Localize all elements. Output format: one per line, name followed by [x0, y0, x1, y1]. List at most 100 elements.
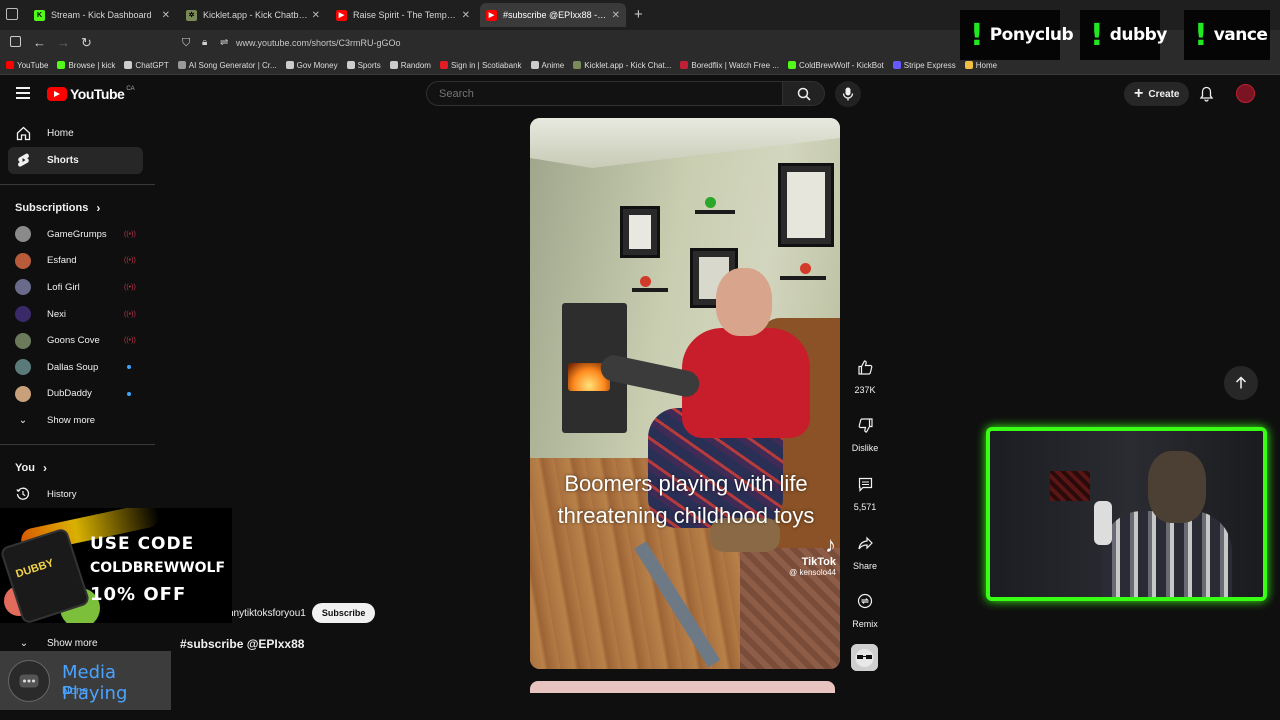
channel-avatar-icon — [15, 306, 31, 323]
subscription-name: GameGrumps — [47, 228, 107, 240]
new-tab-icon[interactable]: + — [634, 6, 643, 23]
forward-icon[interactable]: → — [57, 35, 70, 50]
tab-title: Stream - Kick Dashboard — [51, 10, 152, 20]
close-tab-icon[interactable]: ✕ — [312, 10, 320, 21]
bookmark-label: Anime — [541, 60, 565, 70]
bookmark-icon — [6, 61, 14, 69]
show-more-bottom-button[interactable]: ⌄ Show more — [16, 638, 98, 649]
remix-button[interactable]: Remix — [847, 586, 883, 629]
browser-tab[interactable]: ✲ Kicklet.app - Kick Chatbot and C ✕ — [180, 3, 326, 27]
show-more-button[interactable]: ⌄ Show more — [0, 407, 155, 434]
you-heading[interactable]: You › — [0, 455, 155, 481]
browser-tab-active[interactable]: ▶ #subscribe @EPIxx88 - YouTube ✕ — [480, 3, 626, 27]
chevron-right-icon: › — [96, 201, 101, 215]
like-button[interactable]: 237K — [847, 352, 883, 395]
close-tab-icon[interactable]: ✕ — [612, 10, 620, 21]
bookmark-label: Home — [975, 60, 998, 70]
chevron-down-icon: ⌄ — [18, 414, 28, 426]
browser-tab[interactable]: ▶ Raise Spirit - The Temple - YouTube ✕ — [330, 3, 476, 27]
sidebar-item-history[interactable]: History — [0, 481, 155, 508]
webcam-overlay — [986, 427, 1267, 601]
bookmark-icon — [177, 61, 186, 69]
show-more-label: Show more — [47, 414, 96, 426]
subscribe-button[interactable]: Subscribe — [311, 603, 376, 623]
chat-alert-badge: ! dubby — [1080, 10, 1167, 60]
shield-icon[interactable]: ⛉ — [182, 37, 190, 50]
thumbs-down-icon — [850, 410, 880, 440]
site-settings-icon[interactable]: ⇌ — [220, 37, 228, 48]
search-box — [426, 81, 783, 106]
bookmark-item[interactable]: Sports — [346, 60, 381, 70]
bookmark-item[interactable]: Kicklet.app - Kick Chat... — [573, 61, 671, 70]
bookmark-label: Sign in | Scotiabank — [450, 60, 522, 70]
video-scene — [716, 268, 772, 336]
youtube-logo[interactable]: YouTube CA — [47, 86, 135, 102]
reload-icon[interactable]: ↻ — [81, 35, 92, 51]
notifications-button[interactable] — [1199, 86, 1214, 107]
subscription-item[interactable]: DubDaddy — [0, 381, 155, 408]
subscription-item[interactable]: Goons Cove ((•)) — [0, 327, 155, 354]
sidebar-item-home[interactable]: Home — [0, 120, 155, 147]
share-button[interactable]: Share — [847, 528, 883, 571]
search-input[interactable] — [427, 82, 782, 105]
window-menu-icon[interactable] — [6, 8, 18, 20]
lock-icon[interactable]: 🔒︎ — [202, 37, 207, 48]
bookmark-item[interactable]: ColdBrewWolf - KickBot — [787, 60, 884, 70]
close-tab-icon[interactable]: ✕ — [462, 10, 470, 21]
subscription-item[interactable]: Nexi ((•)) — [0, 301, 155, 328]
bookmark-item[interactable]: YouTube — [6, 61, 48, 70]
comments-button[interactable]: 5,571 — [847, 469, 883, 512]
next-short-preview[interactable] — [530, 681, 835, 693]
youtube-icon: ▶ — [486, 9, 497, 21]
subscriptions-heading[interactable]: Subscriptions › — [0, 195, 155, 221]
bookmark-item[interactable]: Gov Money — [285, 61, 338, 70]
subscription-item[interactable]: GameGrumps ((•)) — [0, 221, 155, 248]
short-video-player[interactable]: Boomers playing with life threatening ch… — [530, 118, 840, 669]
channel-avatar[interactable] — [851, 644, 878, 671]
bookmark-item[interactable]: Random — [389, 61, 431, 70]
bookmark-item[interactable]: ChatGPT — [124, 61, 169, 70]
bookmark-label: Stripe Express — [903, 60, 956, 70]
sidebar-toggle-icon[interactable] — [10, 36, 21, 47]
bookmark-item[interactable]: AI Song Generator | Cr... — [177, 61, 277, 70]
sponsor-promo-overlay: DUBBY USE CODE COLDBREWWOLF 10% OFF — [0, 508, 232, 623]
bookmark-label: ColdBrewWolf - KickBot — [798, 60, 884, 70]
close-tab-icon[interactable]: ✕ — [162, 10, 170, 21]
tab-title: #subscribe @EPIxx88 - YouTube — [503, 10, 608, 20]
bookmark-item[interactable]: Sign in | Scotiabank — [439, 60, 522, 70]
dislike-button[interactable]: Dislike — [847, 410, 883, 453]
bookmark-item[interactable]: Stripe Express — [892, 60, 956, 70]
tiktok-icon: ♪ — [825, 532, 836, 557]
sunglasses-avatar-icon — [851, 644, 878, 671]
menu-icon[interactable] — [16, 87, 30, 102]
channel-name[interactable]: nnytiktoksforyou1 — [228, 608, 306, 619]
previous-short-button[interactable] — [1224, 366, 1258, 400]
create-button[interactable]: + Create — [1124, 82, 1190, 106]
bookmark-item[interactable]: Boredflix | Watch Free ... — [680, 61, 779, 70]
address-bar[interactable]: www.youtube.com/shorts/C3rmRU-gGOo — [236, 38, 401, 48]
subscription-item[interactable]: Esfand ((•)) — [0, 248, 155, 275]
media-playing-widget: Media Playing None — [0, 651, 171, 710]
back-icon[interactable]: ← — [33, 35, 46, 50]
short-title[interactable]: #subscribe @EPIxx88 — [180, 637, 304, 651]
sidebar-item-label: Shorts — [47, 155, 79, 166]
bookmark-label: Sports — [357, 60, 381, 70]
subscription-item[interactable]: Dallas Soup — [0, 354, 155, 381]
bookmark-item[interactable]: Anime — [530, 60, 565, 70]
subscription-item[interactable]: Lofi Girl ((•)) — [0, 274, 155, 301]
video-scene — [695, 210, 735, 214]
kick-icon: K — [34, 9, 45, 21]
divider — [0, 443, 155, 445]
sidebar-item-shorts[interactable]: Shorts — [8, 147, 143, 174]
exclamation-icon: ! — [970, 17, 984, 53]
bookmark-icon — [57, 61, 66, 69]
webcam-feed — [1094, 501, 1112, 545]
voice-search-button[interactable] — [835, 81, 861, 107]
browser-tab[interactable]: K Stream - Kick Dashboard ✕ — [28, 3, 176, 27]
channel-avatar-icon — [15, 332, 31, 349]
search-button[interactable] — [783, 81, 825, 106]
media-menu-icon[interactable] — [8, 660, 50, 702]
bookmark-item[interactable]: Browse | kick — [57, 61, 115, 70]
bookmark-item[interactable]: Home — [964, 60, 998, 70]
account-avatar[interactable] — [1236, 84, 1255, 103]
